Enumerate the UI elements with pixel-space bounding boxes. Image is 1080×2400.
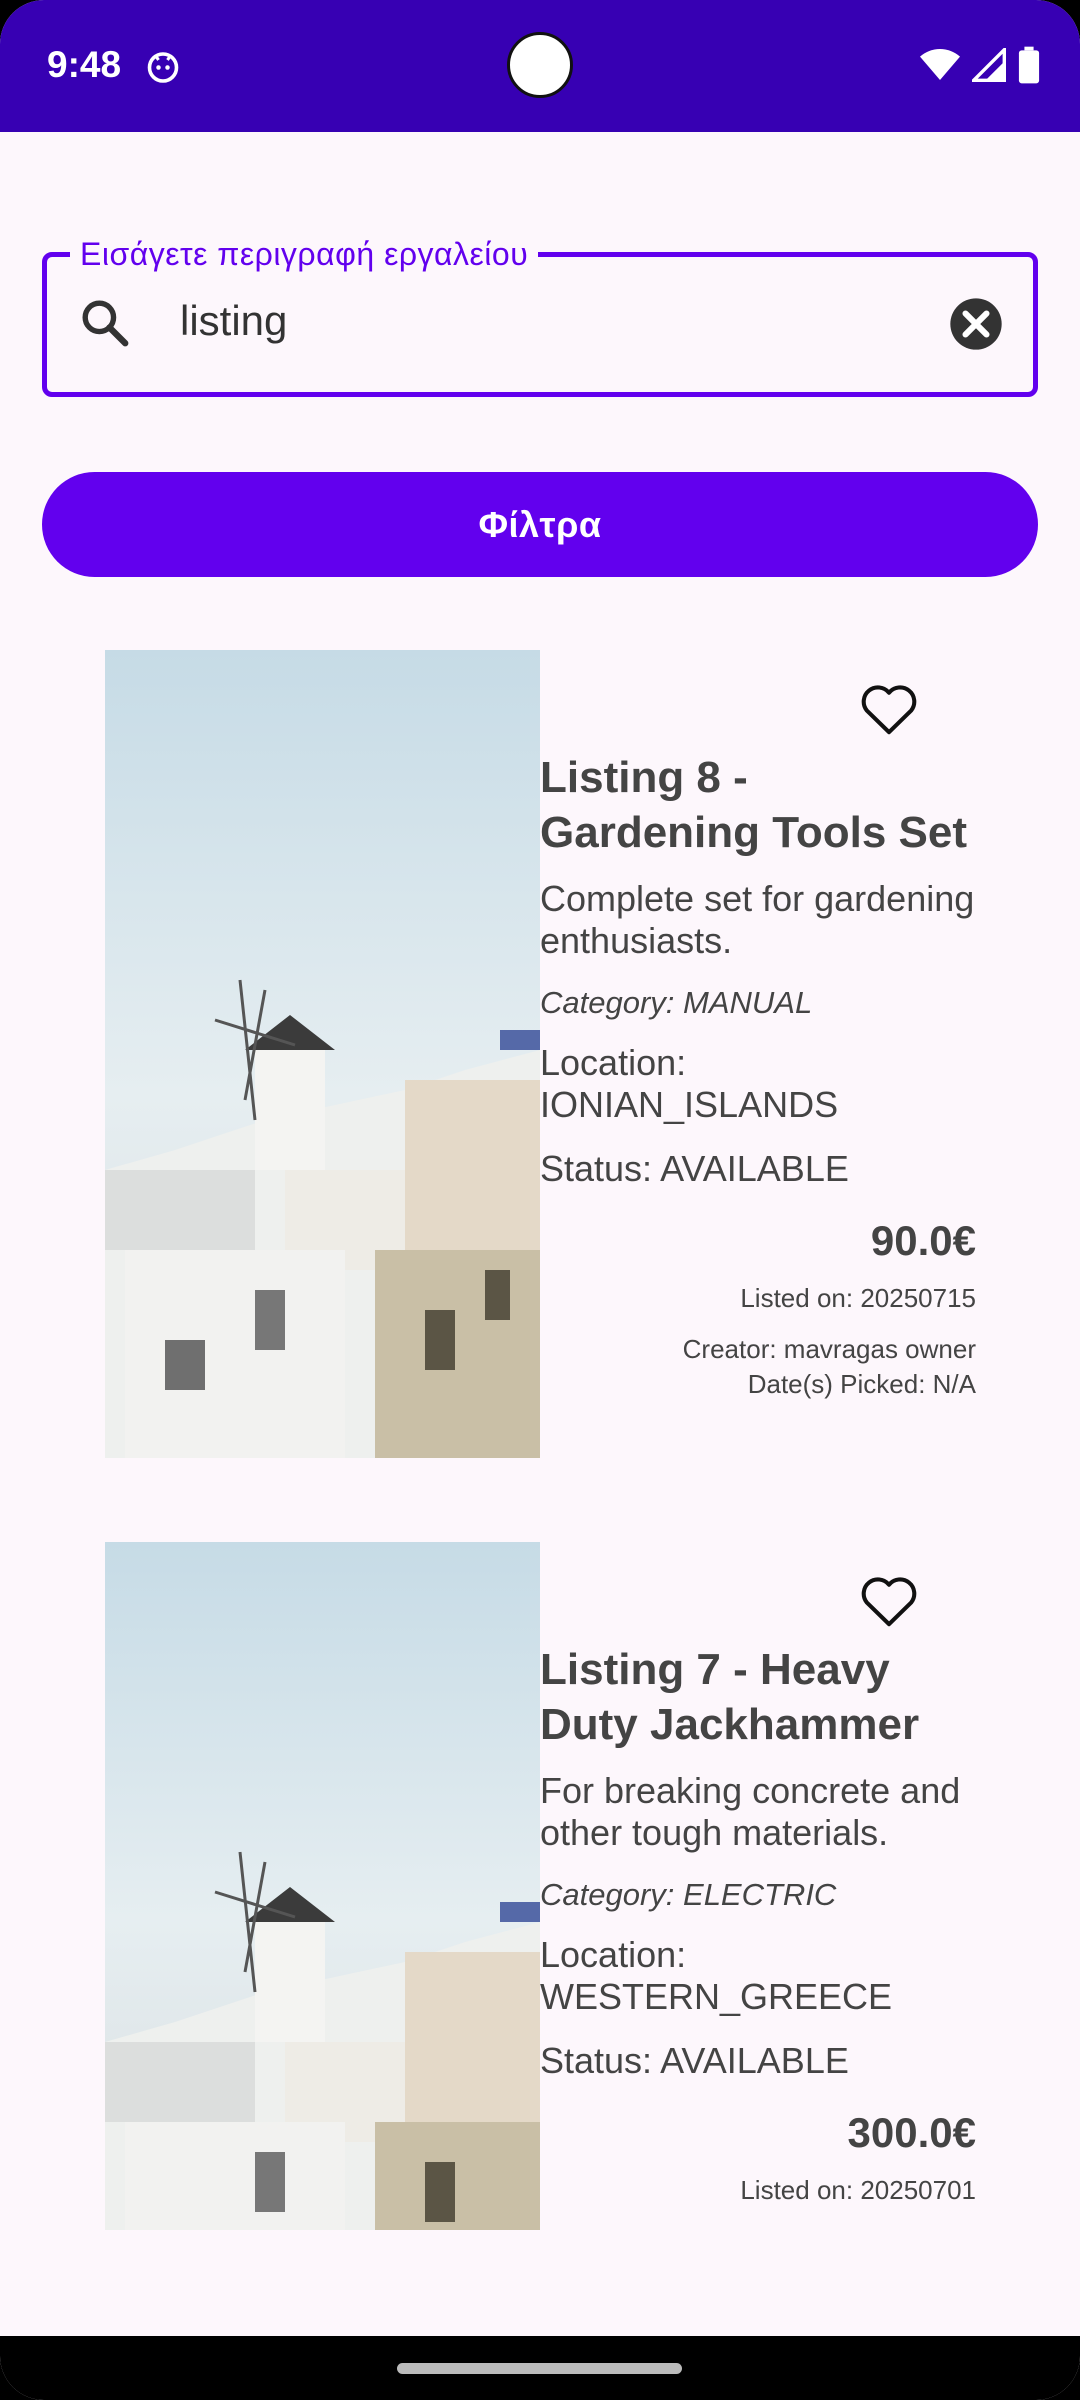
battery-icon [1018, 46, 1040, 84]
status-icons [920, 46, 1040, 84]
listing-image[interactable] [105, 1542, 540, 2230]
wifi-icon [920, 49, 960, 80]
camera-cutout [507, 32, 573, 98]
listing-details: Listing 7 - Heavy Duty Jackhammer For br… [540, 1642, 976, 2206]
listing-details: Listing 8 - Gardening Tools Set Complete… [540, 750, 976, 1402]
listing-date: Listed on: 20250701 [740, 2175, 976, 2205]
listing-title: Listing 7 - Heavy Duty Jackhammer [540, 1645, 920, 1749]
filter-button[interactable]: Φίλτρα [42, 472, 1038, 577]
heart-outline-icon[interactable] [858, 1572, 920, 1628]
status-time: 9:48 [47, 44, 122, 85]
listing-location: Location: IONIAN_ISLANDS [540, 1042, 839, 1125]
heart-outline-icon[interactable] [858, 680, 920, 736]
listing-description: For breaking concrete and other tough ma… [540, 1770, 961, 1853]
listing-status: Status: AVAILABLE [540, 2040, 849, 2081]
home-indicator[interactable] [397, 2363, 682, 2374]
app-screen: 9:48 Εισάγετε περιγραφή εργαλείου listin… [0, 0, 1080, 2400]
listing-title: Listing 8 - Gardening Tools Set [540, 753, 968, 857]
listing-creator: Creator: mavragas owner [682, 1334, 976, 1364]
search-icon [82, 300, 129, 347]
status-bar: 9:48 [0, 0, 1080, 132]
listing-description: Complete set for gardening enthusiasts. [540, 878, 975, 961]
listing-status: Status: AVAILABLE [540, 1148, 849, 1189]
listing-price: 90.0€ [870, 1217, 976, 1264]
search-field-label: Εισάγετε περιγραφή εργαλείου [70, 236, 539, 273]
clear-icon[interactable] [948, 296, 1004, 352]
listing-category: Category: MANUAL [540, 985, 813, 1020]
listing-category: Category: ELECTRIC [540, 1877, 837, 1912]
signal-icon [972, 48, 1006, 82]
android-debug-icon [147, 52, 179, 83]
listing-price: 300.0€ [847, 2109, 976, 2156]
listing-image[interactable] [105, 650, 540, 1458]
listing-dates-picked: Date(s) Picked: N/A [747, 1369, 976, 1399]
listing-date: Listed on: 20250715 [740, 1283, 976, 1313]
listing-location: Location: WESTERN_GREECE [540, 1934, 893, 2017]
search-input[interactable]: listing [180, 297, 287, 345]
